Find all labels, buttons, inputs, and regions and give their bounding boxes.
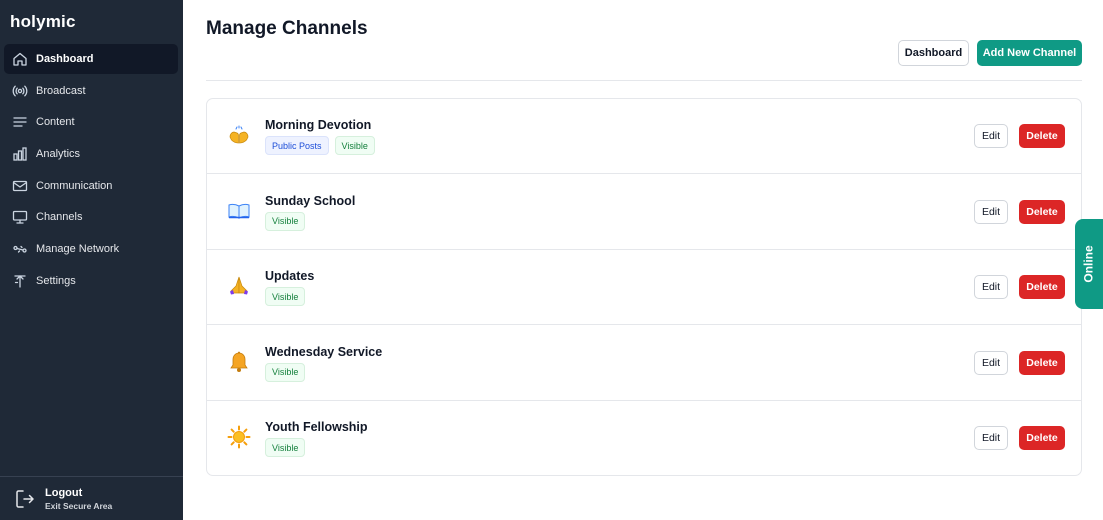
sidebar-item-label: Channels xyxy=(36,211,83,224)
sidebar-item-broadcast[interactable]: Broadcast xyxy=(4,76,178,106)
sidebar-item-dashboard[interactable]: Dashboard xyxy=(4,44,178,74)
sidebar-item-manage-network[interactable]: Manage Network xyxy=(4,234,178,264)
header-divider xyxy=(206,80,1082,81)
online-status-label: Online xyxy=(1082,245,1096,283)
edit-button[interactable]: Edit xyxy=(974,199,1008,224)
badge-visible: Visible xyxy=(334,136,375,155)
sun-icon xyxy=(227,425,251,449)
page-title: Manage Channels xyxy=(206,18,368,39)
badge-public-posts: Public Posts xyxy=(265,136,329,155)
channel-row-sunday-school: Sunday School Visible Edit Delete xyxy=(207,175,1081,250)
delete-button[interactable]: Delete xyxy=(1019,124,1065,148)
sidebar-item-label: Analytics xyxy=(36,148,81,161)
brand-logo[interactable]: holymic xyxy=(10,12,76,32)
bell-icon xyxy=(227,350,251,374)
logout-sublabel: Exit Secure Area xyxy=(45,500,113,511)
logout-icon xyxy=(14,488,36,510)
badge-visible: Visible xyxy=(265,362,306,382)
content-icon xyxy=(11,114,28,131)
channel-badges: Visible xyxy=(265,211,306,231)
channel-badges: Public Posts Visible xyxy=(265,136,375,155)
sidebar-item-label: Communication xyxy=(36,179,113,192)
edit-button[interactable]: Edit xyxy=(974,124,1008,148)
channel-badges: Visible xyxy=(265,362,306,382)
sidebar-item-label: Manage Network xyxy=(36,243,120,256)
sidebar-item-communication[interactable]: Communication xyxy=(4,171,178,201)
sidebar-item-label: Settings xyxy=(36,274,76,287)
badge-visible: Visible xyxy=(265,438,306,457)
edit-button[interactable]: Edit xyxy=(974,350,1008,375)
channel-row-wednesday-service: Wednesday Service Visible Edit Delete xyxy=(207,326,1081,401)
sidebar-item-content[interactable]: Content xyxy=(4,107,178,137)
delete-button[interactable]: Delete xyxy=(1019,350,1065,375)
channel-row-morning-devotion: Morning Devotion Public Posts Visible Ed… xyxy=(207,99,1081,174)
delete-button[interactable]: Delete xyxy=(1019,199,1065,224)
channel-row-updates: Updates Visible Edit Delete xyxy=(207,250,1081,325)
sidebar-item-label: Dashboard xyxy=(36,53,94,65)
channel-name: Youth Fellowship xyxy=(265,420,368,434)
broadcast-icon xyxy=(11,82,28,99)
open-book-icon xyxy=(227,199,251,223)
logout-label: Logout xyxy=(45,486,83,499)
network-icon xyxy=(11,241,28,258)
sidebar-item-analytics[interactable]: Analytics xyxy=(4,139,178,169)
channel-name: Updates xyxy=(265,269,315,283)
sidebar-item-label: Broadcast xyxy=(36,84,86,97)
online-status-tab[interactable]: Online xyxy=(1075,219,1103,309)
edit-button[interactable]: Edit xyxy=(974,426,1008,450)
delete-button[interactable]: Delete xyxy=(1019,426,1065,450)
sidebar-item-channels[interactable]: Channels xyxy=(4,202,178,232)
analytics-icon xyxy=(11,146,28,163)
add-new-channel-button[interactable]: Add New Channel xyxy=(977,40,1082,66)
praying-hands-icon xyxy=(227,123,251,147)
sidebar-item-label: Content xyxy=(36,116,75,129)
channel-badges: Visible xyxy=(265,438,306,457)
channel-badges: Visible xyxy=(265,287,306,306)
monitor-icon xyxy=(11,209,28,226)
sidebar-nav: Dashboard Broadcast Content Analytics Co… xyxy=(4,44,178,298)
sidebar-item-settings[interactable]: Settings xyxy=(4,266,178,296)
settings-icon xyxy=(11,272,28,289)
badge-visible: Visible xyxy=(265,211,306,231)
folded-hands-icon xyxy=(227,274,251,298)
channel-name: Morning Devotion xyxy=(265,118,372,132)
logout-button[interactable]: Logout Exit Secure Area xyxy=(0,476,183,520)
channel-list: Morning Devotion Public Posts Visible Ed… xyxy=(206,98,1082,476)
edit-button[interactable]: Edit xyxy=(974,275,1008,299)
dashboard-button[interactable]: Dashboard xyxy=(898,40,969,66)
home-icon xyxy=(11,51,28,68)
sidebar: holymic Dashboard Broadcast Content Anal… xyxy=(0,0,183,520)
channel-row-youth-fellowship: Youth Fellowship Visible Edit Delete xyxy=(207,401,1081,475)
channel-name: Sunday School xyxy=(265,193,356,208)
delete-button[interactable]: Delete xyxy=(1019,275,1065,299)
badge-visible: Visible xyxy=(265,287,306,306)
channel-name: Wednesday Service xyxy=(265,344,383,359)
mail-icon xyxy=(11,177,28,194)
